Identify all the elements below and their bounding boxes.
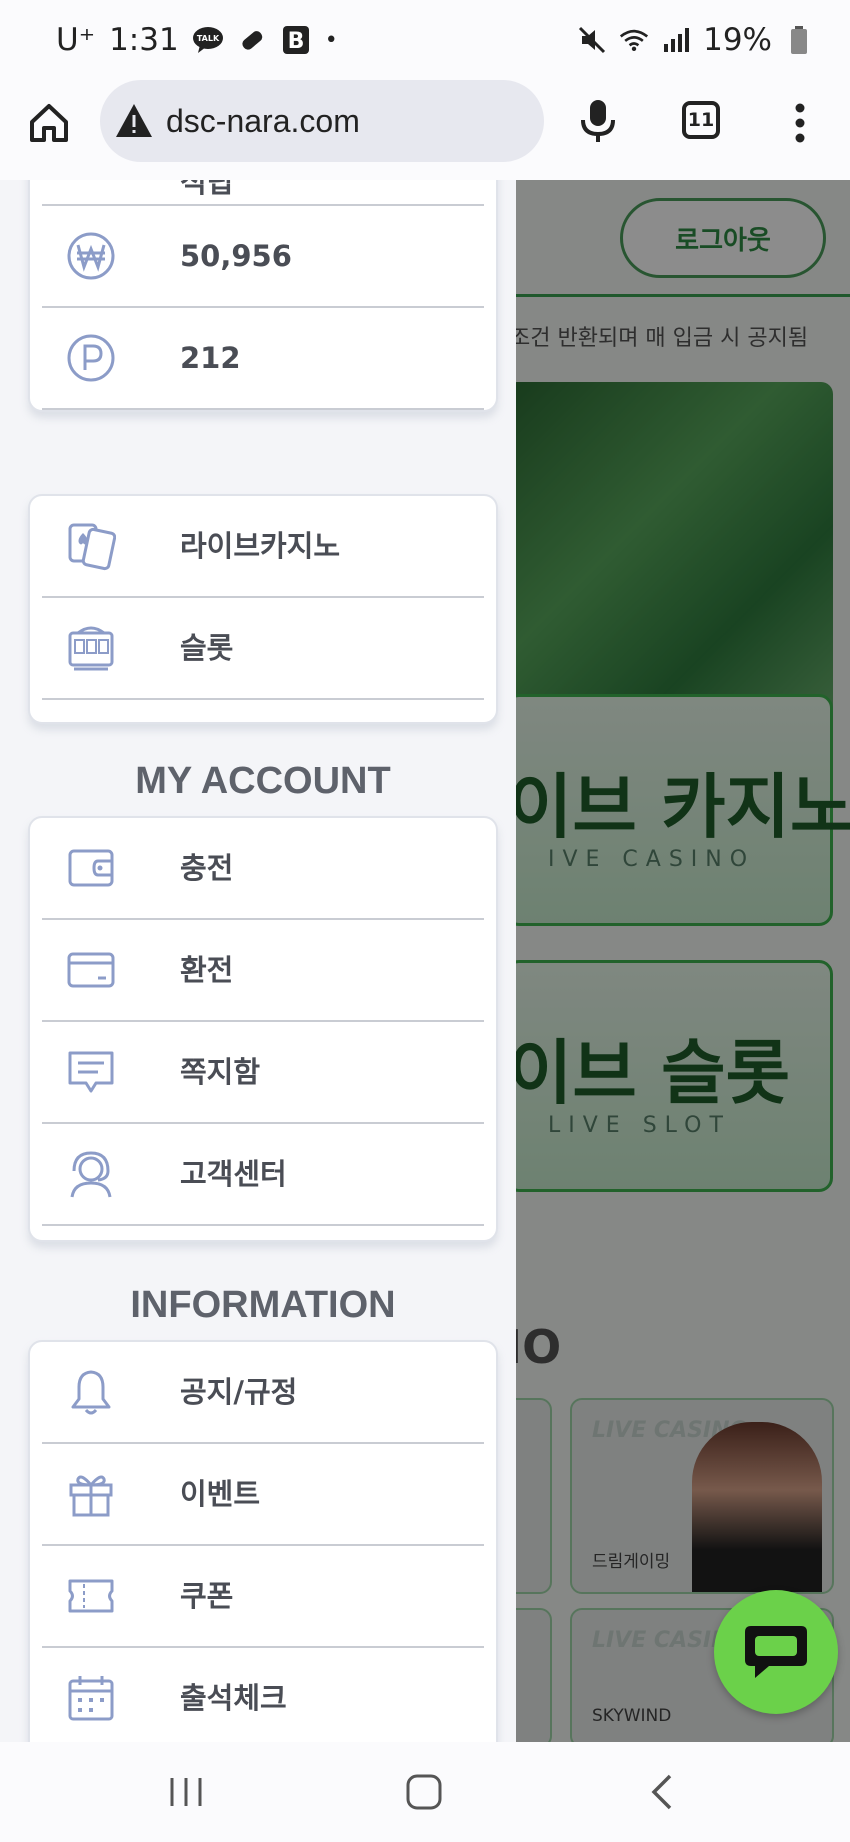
balance-row[interactable]: 50,956 xyxy=(42,206,484,308)
menu-item-messages[interactable]: 쪽지함 xyxy=(42,1022,484,1124)
menu-item-label: 쿠폰 xyxy=(180,1579,234,1613)
balance-value: 50,956 xyxy=(180,239,292,273)
headset-icon xyxy=(70,1151,112,1198)
menu-item-deposit[interactable]: 충전 xyxy=(42,818,484,920)
wifi-icon xyxy=(619,25,649,55)
browser-toolbar: dsc-nara.com 11 xyxy=(0,80,850,180)
menu-item-label: 출석체크 xyxy=(180,1681,287,1715)
menu-item-label: 쪽지함 xyxy=(180,1055,261,1089)
information-panel: 공지/규정 이벤트 쿠폰 출석체크 xyxy=(28,1340,498,1742)
bandage-icon xyxy=(237,25,267,55)
mute-icon xyxy=(577,25,607,55)
battery-percent: 19% xyxy=(703,22,772,58)
section-title-my-account: MY ACCOUNT xyxy=(135,760,391,802)
carrier-label: U⁺ xyxy=(56,22,96,58)
signal-icon xyxy=(661,25,691,55)
menu-item-label: 적립 xyxy=(180,180,234,199)
menu-item-withdraw[interactable]: 환전 xyxy=(42,920,484,1022)
side-drawer: 적립 50,956 212 라이브카지노 슬롯 MY ACCOUNT 충전 환전… xyxy=(0,180,516,1742)
wallet-icon xyxy=(68,849,114,887)
games-panel: 라이브카지노 슬롯 xyxy=(28,494,498,724)
talk-chat-icon: TALK xyxy=(192,25,223,55)
slot-machine-icon xyxy=(68,626,114,671)
system-nav-bar xyxy=(0,1742,850,1842)
menu-item-slot[interactable]: 슬롯 xyxy=(42,598,484,700)
menu-item-label: 라이브카지노 xyxy=(180,529,341,563)
menu-item-attendance[interactable]: 출석체크 xyxy=(42,1648,484,1742)
wallet-panel: 적립 50,956 212 xyxy=(28,180,498,412)
home-nav-icon[interactable] xyxy=(402,1772,446,1812)
overflow-menu-icon[interactable] xyxy=(790,98,810,148)
svg-text:B: B xyxy=(287,29,304,54)
svg-text:TALK: TALK xyxy=(197,34,220,43)
menu-item-live-casino[interactable]: 라이브카지노 xyxy=(42,496,484,598)
chat-bubble-icon xyxy=(745,1626,807,1678)
recent-apps-icon[interactable] xyxy=(164,1772,208,1812)
battery-icon xyxy=(784,25,814,55)
credit-card-icon xyxy=(67,952,115,988)
calendar-icon xyxy=(68,1676,114,1721)
menu-item-coupon[interactable]: 쿠폰 xyxy=(42,1546,484,1648)
points-row[interactable]: 212 xyxy=(42,308,484,410)
menu-item-support[interactable]: 고객센터 xyxy=(42,1124,484,1226)
status-bar: U⁺ 1:31 TALK B • 19% xyxy=(0,0,850,80)
address-bar[interactable]: dsc-nara.com xyxy=(100,80,544,162)
menu-item-event[interactable]: 이벤트 xyxy=(42,1444,484,1546)
b-app-icon: B xyxy=(281,25,311,55)
cards-icon xyxy=(68,523,116,571)
menu-item-label: 고객센터 xyxy=(180,1157,287,1191)
gift-icon xyxy=(69,1475,113,1517)
menu-item-label: 공지/규정 xyxy=(180,1375,298,1409)
tab-switcher-button[interactable]: 11 xyxy=(682,101,720,139)
menu-item-label: 슬롯 xyxy=(180,631,234,665)
clock: 1:31 xyxy=(109,22,179,58)
microphone-icon[interactable] xyxy=(578,96,618,146)
back-icon[interactable] xyxy=(640,1772,684,1812)
chat-button[interactable] xyxy=(714,1590,838,1714)
my-account-panel: 충전 환전 쪽지함 고객센터 xyxy=(28,816,498,1242)
message-icon xyxy=(68,1051,114,1093)
won-icon xyxy=(67,232,115,280)
point-icon xyxy=(67,334,115,382)
menu-item-notice[interactable]: 공지/규정 xyxy=(42,1342,484,1444)
list-item[interactable]: 적립 xyxy=(42,180,484,206)
bell-icon xyxy=(71,1370,111,1415)
notification-dot: • xyxy=(324,27,338,53)
url-text[interactable]: dsc-nara.com xyxy=(166,103,360,140)
home-icon[interactable] xyxy=(24,98,74,148)
section-title-information: INFORMATION xyxy=(130,1284,396,1326)
menu-item-label: 환전 xyxy=(180,953,234,987)
ticket-icon xyxy=(68,1579,114,1613)
points-value: 212 xyxy=(180,341,241,375)
menu-item-label: 충전 xyxy=(180,851,234,885)
menu-item-label: 이벤트 xyxy=(180,1477,261,1511)
warning-icon[interactable] xyxy=(114,101,154,141)
